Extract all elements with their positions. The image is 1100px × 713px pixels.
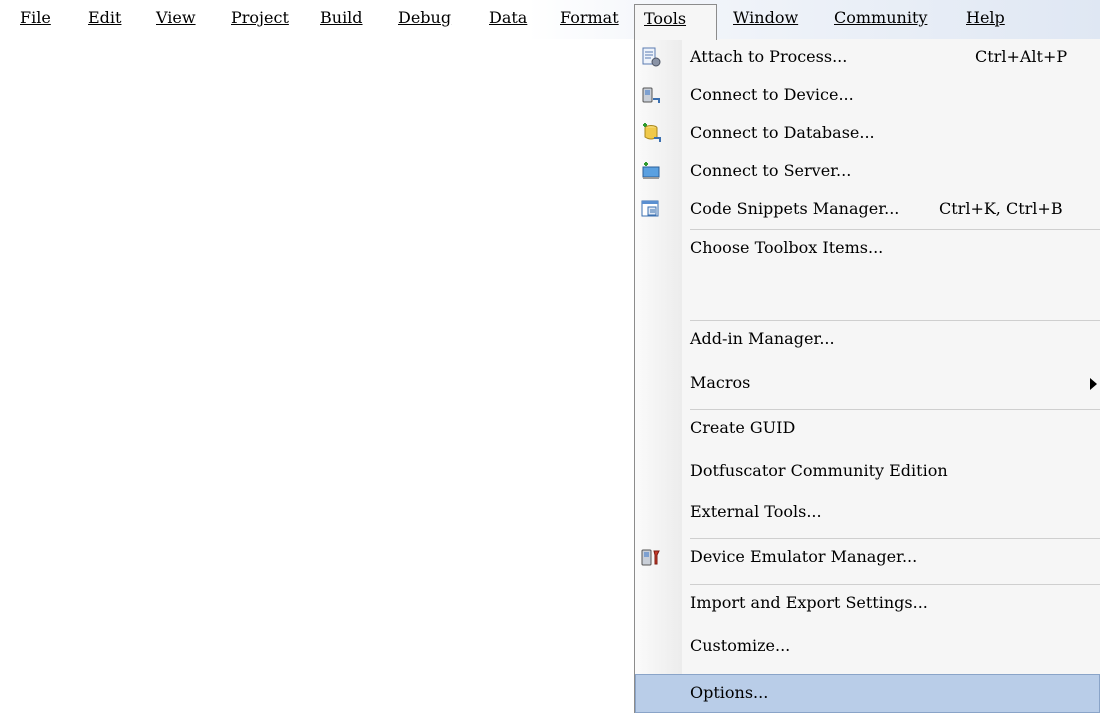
menu-project-label: Project [231, 8, 289, 27]
menu-debug[interactable]: Debug [398, 4, 451, 36]
menu-format[interactable]: Format [560, 4, 619, 36]
menu-item-label: Connect to Device... [690, 85, 854, 104]
menu-build-label: Build [320, 8, 363, 27]
menu-item-label: Device Emulator Manager... [690, 547, 918, 566]
connect-server-icon [642, 162, 660, 179]
menu-view-label: View [156, 8, 196, 27]
menu-item-label: Import and Export Settings... [690, 593, 928, 612]
submenu-arrow-icon [1090, 378, 1097, 390]
menu-item-label: Customize... [690, 636, 791, 655]
menu-item-label: Options... [690, 683, 769, 702]
menu-project[interactable]: Project [231, 4, 289, 36]
menu-item-options[interactable]: Options... [635, 674, 1100, 713]
connect-database-icon [643, 123, 661, 142]
attach-process-icon [642, 47, 661, 67]
menu-debug-label: Debug [398, 8, 452, 27]
device-emulator-icon [641, 549, 660, 566]
connect-device-icon [642, 87, 660, 103]
menu-item-macros[interactable]: Macros [635, 365, 1100, 403]
menu-file[interactable]: File [20, 4, 51, 36]
menu-item-create-guid[interactable]: Create GUID [635, 410, 1100, 448]
menu-item-shortcut: Ctrl+K, Ctrl+B [939, 199, 1063, 218]
menu-bar: File Edit View Project Build Debug Data … [0, 0, 1100, 40]
tools-dropdown-menu: Attach to Process... Ctrl+Alt+P Connect … [634, 39, 1100, 713]
menu-help-label: Help [966, 8, 1005, 27]
menu-format-label: Format [560, 8, 619, 27]
menu-community[interactable]: Community [834, 4, 927, 36]
menu-item-dotfuscator[interactable]: Dotfuscator Community Edition [635, 453, 1100, 491]
code-snippets-icon [641, 200, 659, 217]
menu-tools-label: Tools [644, 9, 687, 28]
menu-item-label: Macros [690, 373, 751, 392]
menu-data-label: Data [489, 8, 528, 27]
menu-community-label: Community [834, 8, 928, 27]
menu-window[interactable]: Window [733, 4, 798, 36]
menu-edit-label: Edit [88, 8, 122, 27]
menu-item-shortcut: Ctrl+Alt+P [975, 47, 1068, 66]
menu-tools[interactable]: Tools [634, 4, 717, 40]
menu-item-choose-toolbox-items[interactable]: Choose Toolbox Items... [635, 230, 1100, 268]
menu-item-label: Choose Toolbox Items... [690, 238, 884, 257]
menu-item-label: Code Snippets Manager... [690, 199, 900, 218]
menu-item-label: Attach to Process... [690, 47, 848, 66]
menu-item-attach-to-process[interactable]: Attach to Process... Ctrl+Alt+P [635, 39, 1100, 77]
menu-window-label: Window [733, 8, 799, 27]
menu-item-code-snippets-manager[interactable]: Code Snippets Manager... Ctrl+K, Ctrl+B [635, 191, 1100, 229]
menu-item-import-export-settings[interactable]: Import and Export Settings... [635, 585, 1100, 623]
menu-item-label: Connect to Server... [690, 161, 852, 180]
menu-item-device-emulator-manager[interactable]: Device Emulator Manager... [635, 539, 1100, 577]
menu-item-external-tools[interactable]: External Tools... [635, 494, 1100, 532]
menu-build[interactable]: Build [320, 4, 363, 36]
menu-edit[interactable]: Edit [88, 4, 121, 36]
menu-item-label: Create GUID [690, 418, 796, 437]
menu-data[interactable]: Data [489, 4, 527, 36]
menu-item-label: External Tools... [690, 502, 822, 521]
menu-item-label: Connect to Database... [690, 123, 875, 142]
menu-item-connect-to-server[interactable]: Connect to Server... [635, 153, 1100, 191]
menu-help[interactable]: Help [966, 4, 1005, 36]
menu-item-add-in-manager[interactable]: Add-in Manager... [635, 321, 1100, 359]
menu-item-customize[interactable]: Customize... [635, 628, 1100, 666]
menu-file-label: File [20, 8, 51, 27]
menu-item-label: Add-in Manager... [690, 329, 835, 348]
menu-item-connect-to-database[interactable]: Connect to Database... [635, 115, 1100, 153]
menu-item-label: Dotfuscator Community Edition [690, 461, 948, 480]
menu-view[interactable]: View [156, 4, 196, 36]
menu-item-connect-to-device[interactable]: Connect to Device... [635, 77, 1100, 115]
